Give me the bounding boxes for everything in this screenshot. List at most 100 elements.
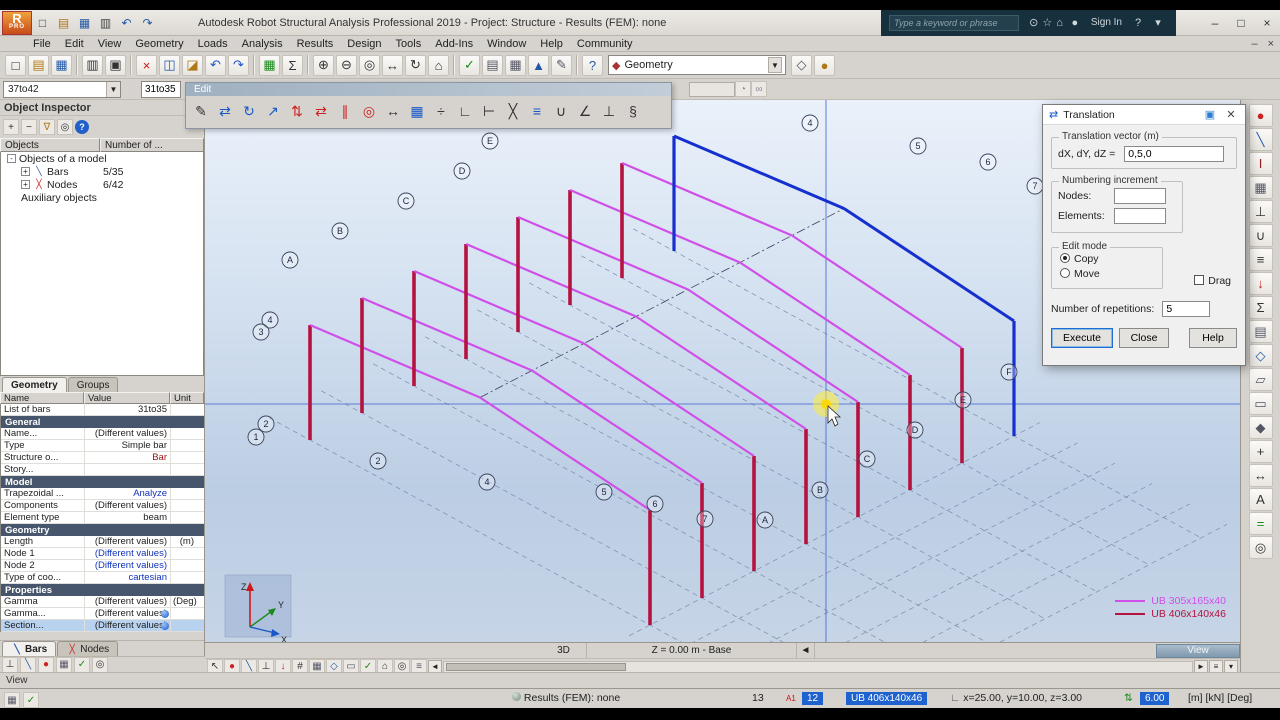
support-filter-icon[interactable]: ⊥ bbox=[2, 656, 18, 673]
properties-icon[interactable]: § bbox=[621, 98, 645, 124]
menu-help[interactable]: Help bbox=[533, 38, 570, 50]
property-detail-icon[interactable] bbox=[161, 610, 169, 618]
find-icon[interactable]: ◎ bbox=[57, 119, 73, 135]
status-check-icon[interactable]: ✓ bbox=[23, 692, 39, 708]
vector-input[interactable] bbox=[1124, 146, 1225, 162]
materials-icon[interactable]: ▦ bbox=[1248, 176, 1273, 199]
search-input[interactable]: Type a keyword or phrase bbox=[889, 14, 1020, 31]
print-preview-icon[interactable]: ▣ bbox=[105, 54, 126, 76]
tree-expander-icon[interactable]: - bbox=[7, 154, 16, 163]
dimensions-icon[interactable]: ↔ bbox=[1248, 464, 1273, 487]
display-attributes-icon[interactable]: ✓ bbox=[459, 54, 480, 76]
dialog-titlebar[interactable]: ⇄ Translation ▣ ✕ bbox=[1043, 105, 1245, 125]
signin-button[interactable]: Sign In bbox=[1091, 17, 1122, 28]
scrollbar-thumb[interactable] bbox=[446, 662, 626, 671]
table-filter-icon[interactable]: ▦ bbox=[56, 656, 72, 673]
home-icon[interactable]: ⌂ bbox=[1056, 17, 1063, 29]
property-row-name[interactable]: Name... (Different values) bbox=[1, 428, 204, 440]
open-icon[interactable]: ▤ bbox=[28, 54, 49, 76]
trim-icon[interactable]: ∟ bbox=[453, 98, 477, 124]
menu-add-ins[interactable]: Add-Ins bbox=[428, 38, 480, 50]
filter-icon[interactable]: ∇ bbox=[39, 119, 55, 135]
object-inspector-icon[interactable]: ▤ bbox=[482, 54, 503, 76]
panels-icon[interactable]: ▱ bbox=[1248, 368, 1273, 391]
help-circle-icon[interactable]: ? bbox=[1130, 17, 1146, 29]
work-plane-label[interactable]: Z = 0.00 m - Base bbox=[587, 643, 797, 658]
nodes-icon[interactable]: ● bbox=[1248, 104, 1273, 127]
pan-icon[interactable]: ↔ bbox=[382, 54, 403, 76]
menu-file[interactable]: File bbox=[26, 38, 58, 50]
menu-tools[interactable]: Tools bbox=[389, 38, 429, 50]
fillet-icon[interactable]: ∪ bbox=[549, 98, 573, 124]
loads-icon[interactable]: ↓ bbox=[1248, 272, 1273, 295]
tree-item-bars[interactable]: + ╲ Bars 5/35 bbox=[1, 165, 203, 178]
property-row-type-of-coo[interactable]: Type of coo... cartesian bbox=[1, 572, 204, 584]
openings-icon[interactable]: ▭ bbox=[1248, 392, 1273, 415]
copy-radio[interactable]: Copy bbox=[1060, 253, 1154, 265]
redo-icon[interactable]: ↷ bbox=[138, 13, 157, 32]
view-dropdown[interactable]: View bbox=[1156, 643, 1240, 658]
current-section-badge[interactable]: UB 406x140x46 bbox=[846, 692, 928, 705]
render-icon[interactable]: ● bbox=[814, 54, 835, 76]
move-icon[interactable]: ↔ bbox=[381, 98, 405, 124]
property-row-node-2[interactable]: Node 2 (Different values) bbox=[1, 560, 204, 572]
print-icon[interactable]: ▥ bbox=[82, 54, 103, 76]
tab-nodes[interactable]: ╳ Nodes bbox=[57, 641, 119, 656]
tree-item-nodes[interactable]: + ╳ Nodes 6/42 bbox=[1, 178, 203, 191]
tree-item-objects-of-a-model[interactable]: - Objects of a model bbox=[1, 152, 203, 165]
undo-icon[interactable]: ↶ bbox=[205, 54, 226, 76]
rotate-icon[interactable]: ↻ bbox=[237, 98, 261, 124]
property-value[interactable] bbox=[85, 464, 171, 475]
property-value[interactable]: beam bbox=[85, 512, 171, 523]
offsets-icon[interactable]: ≡ bbox=[1248, 248, 1273, 271]
property-group-general[interactable]: General bbox=[1, 416, 204, 428]
menu-design[interactable]: Design bbox=[340, 38, 388, 50]
dialog-close-icon[interactable]: ✕ bbox=[1223, 108, 1239, 121]
minimize-button[interactable]: – bbox=[1202, 13, 1228, 33]
mirror-vertical-icon[interactable]: ⇅ bbox=[285, 98, 309, 124]
property-group-properties[interactable]: Properties bbox=[1, 584, 204, 596]
display-icon[interactable]: ◎ bbox=[1248, 536, 1273, 559]
property-value[interactable]: Analyze bbox=[85, 488, 171, 499]
save-icon[interactable]: ▦ bbox=[51, 54, 72, 76]
property-row-components[interactable]: Components (Different values) bbox=[1, 500, 204, 512]
divide-icon[interactable]: ÷ bbox=[429, 98, 453, 124]
property-value[interactable]: 31to35 bbox=[85, 404, 171, 415]
split-icon[interactable]: ╳ bbox=[501, 98, 525, 124]
property-row-section[interactable]: Section... (Different values) bbox=[1, 620, 204, 632]
check-filter-icon[interactable]: ✓ bbox=[74, 656, 90, 673]
link-icon[interactable]: ∞ bbox=[751, 81, 767, 97]
initial-view-icon[interactable]: ⌂ bbox=[428, 54, 449, 76]
cloud-icon[interactable]: ◔ bbox=[735, 81, 751, 97]
chevron-down-icon[interactable]: ▾ bbox=[1150, 16, 1166, 29]
tree-expander-icon[interactable]: + bbox=[21, 180, 30, 189]
view-type-icon[interactable]: ◇ bbox=[791, 54, 812, 76]
property-row-length[interactable]: Length (Different values) (m) bbox=[1, 536, 204, 548]
menu-edit[interactable]: Edit bbox=[58, 38, 91, 50]
print-icon[interactable]: ▥ bbox=[96, 13, 115, 32]
horizontal-scrollbar[interactable] bbox=[443, 660, 1193, 673]
property-group-geometry[interactable]: Geometry bbox=[1, 524, 204, 536]
calculator-icon[interactable]: = bbox=[1248, 512, 1273, 535]
bar-filter-icon[interactable]: ╲ bbox=[20, 656, 36, 673]
help-button[interactable]: Help bbox=[1189, 328, 1237, 348]
count-column-header[interactable]: Number of ... bbox=[100, 138, 204, 152]
collapse-all-icon[interactable]: − bbox=[21, 119, 37, 135]
menu-analysis[interactable]: Analysis bbox=[235, 38, 290, 50]
menu-loads[interactable]: Loads bbox=[191, 38, 235, 50]
storeys-icon[interactable]: ▤ bbox=[1248, 320, 1273, 343]
layout-selector[interactable]: ◆ Geometry ▼ bbox=[608, 55, 786, 75]
property-value[interactable]: (Different values) bbox=[85, 596, 171, 607]
restore-button[interactable]: □ bbox=[1228, 13, 1254, 33]
view-tab[interactable]: View bbox=[6, 675, 28, 686]
rotate-3d-icon[interactable]: ↻ bbox=[405, 54, 426, 76]
close-button[interactable]: × bbox=[1254, 13, 1280, 33]
property-value[interactable]: Simple bar bbox=[85, 440, 171, 451]
volumes-icon[interactable]: ◆ bbox=[1248, 416, 1273, 439]
property-row-type[interactable]: Type Simple bar bbox=[1, 440, 204, 452]
expand-all-icon[interactable]: + bbox=[3, 119, 19, 135]
layout-dropdown-arrow[interactable]: ▼ bbox=[768, 57, 782, 73]
help-icon[interactable]: ? bbox=[582, 54, 603, 76]
elements-input[interactable] bbox=[1114, 208, 1166, 224]
tab-groups[interactable]: Groups bbox=[67, 377, 119, 392]
